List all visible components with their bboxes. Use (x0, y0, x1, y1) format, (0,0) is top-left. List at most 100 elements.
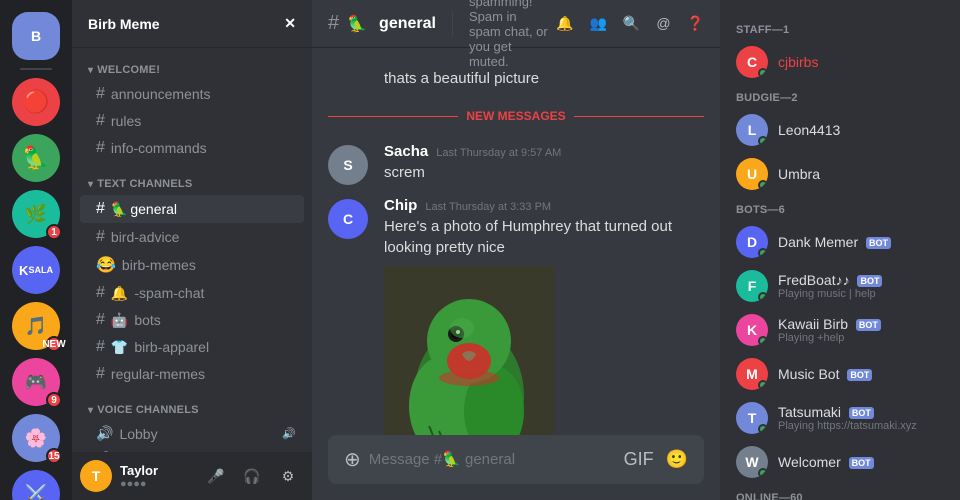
hash-icon: # (96, 85, 105, 103)
server-icon-5[interactable]: 🎵 NEW (12, 302, 60, 350)
server-icon-7[interactable]: 🌸 15 (12, 414, 60, 462)
hash-icon: # (96, 228, 105, 246)
members-icon[interactable]: 👥 (589, 15, 606, 32)
help-icon[interactable]: ❓ (687, 15, 704, 32)
chat-channel-name: general (379, 15, 436, 33)
message-group-chip: C Chip Last Thursday at 3:33 PM Here's a… (312, 193, 720, 435)
status-indicator (758, 136, 768, 146)
sacha-avatar: S (328, 145, 368, 185)
member-name-wrapper: cjbirbs (778, 54, 818, 70)
server-icon-3[interactable]: 🌿 1 (12, 190, 60, 238)
avatar-initial: C (328, 199, 368, 239)
sacha-message-content: Sacha Last Thursday at 9:57 AM screm (384, 143, 704, 185)
input-right-buttons: GIF 🙂 (624, 449, 688, 470)
message-timestamp: Last Thursday at 9:57 AM (436, 147, 561, 159)
section-header-voice[interactable]: ▾ VOICE CHANNELS (72, 388, 312, 420)
hash-icon: # (96, 200, 105, 218)
volume-icon: 🔊 (282, 427, 296, 440)
channel-name: -spam-chat (134, 285, 296, 301)
status-indicator (758, 380, 768, 390)
channel-name: announcements (111, 86, 296, 102)
channel-item-bird-advice[interactable]: # bird-advice (80, 224, 304, 250)
chevron-down-icon: ✕ (284, 15, 296, 32)
member-name: Dank Memer (778, 234, 858, 250)
channel-item-lobby2[interactable]: 🔊 Lobby 2 🔉 (80, 447, 304, 452)
gif-button[interactable]: GIF (624, 449, 654, 470)
channel-item-rules[interactable]: # rules (80, 108, 304, 134)
member-avatar: W (736, 446, 768, 478)
server-name: Birb Meme (88, 16, 160, 32)
channel-name: info-commands (111, 140, 296, 156)
member-info: Kawaii Birb BOT Playing +help (778, 316, 881, 344)
username: Taylor (120, 463, 192, 478)
channel-hash-icon: # (328, 12, 339, 35)
member-avatar: M (736, 358, 768, 390)
message-text: Here's a photo of Humphrey that turned o… (384, 216, 704, 258)
mute-button[interactable]: 🎤 (200, 460, 232, 492)
status-indicator (758, 292, 768, 302)
member-item-kawaii-birb[interactable]: K Kawaii Birb BOT Playing +help (728, 308, 952, 352)
attach-button[interactable]: ⊕ (344, 435, 361, 484)
channel-name: Lobby (119, 426, 280, 442)
server-icon-6[interactable]: 🎮 9 (12, 358, 60, 406)
channel-name: bots (134, 312, 296, 328)
speaker-icon: 🔊 (96, 451, 113, 452)
active-server-icon[interactable]: B (12, 12, 60, 60)
channel-list: ▾ WELCOME! # announcements # rules # inf… (72, 48, 312, 452)
channel-name: rules (111, 113, 296, 129)
member-avatar: U (736, 158, 768, 190)
channel-item-lobby[interactable]: 🔊 Lobby 🔊 (80, 421, 304, 446)
messages-container: thats a beautiful picture NEW MESSAGES S… (312, 48, 720, 435)
member-subtext: Playing +help (778, 332, 881, 344)
channel-item-info-commands[interactable]: # info-commands (80, 135, 304, 161)
channel-item-bots[interactable]: # 🤖 bots (80, 307, 304, 333)
member-item-leon[interactable]: L Leon4413 (728, 108, 952, 152)
section-header-text[interactable]: ▾ TEXT CHANNELS (72, 162, 312, 194)
search-icon[interactable]: 🔍 (623, 15, 640, 32)
parrot-svg (384, 266, 554, 435)
header-divider (452, 12, 453, 36)
channel-item-regular-memes[interactable]: # regular-memes (80, 361, 304, 387)
at-mention-icon[interactable]: @ (656, 15, 670, 32)
notifications-bell-icon[interactable]: 🔔 (556, 15, 573, 32)
message-author: Chip (384, 197, 417, 214)
parrot-image (384, 266, 684, 435)
bot-tag: BOT (849, 407, 874, 419)
deafen-button[interactable]: 🎧 (236, 460, 268, 492)
bot-tag: BOT (856, 319, 881, 331)
member-info: FredBoat♪♪ BOT Playing music | ⁠help (778, 272, 882, 300)
hash-icon: # (96, 284, 105, 302)
channel-item-birb-apparel[interactable]: # 👕 birb-apparel (80, 334, 304, 360)
hash-icon: # (96, 139, 105, 157)
member-item-umbra[interactable]: U Umbra (728, 152, 952, 196)
member-item-tatsumaki[interactable]: T Tatsumaki BOT Playing https://tatsumak… (728, 396, 952, 440)
server-header[interactable]: Birb Meme ✕ (72, 0, 312, 48)
channel-item-birb-memes[interactable]: 😂 birb-memes (80, 251, 304, 279)
channel-item-general[interactable]: # 🦜 general 👤+ (80, 195, 304, 223)
channel-item-spam-chat[interactable]: # 🔔 -spam-chat (80, 280, 304, 306)
member-item-welcomer[interactable]: W Welcomer BOT (728, 440, 952, 484)
settings-button[interactable]: ⚙ (272, 460, 304, 492)
new-messages-label: NEW MESSAGES (458, 109, 573, 123)
members-sidebar: STAFF—1 C cjbirbs BUDGIE—2 L Leon4413 U … (720, 0, 960, 500)
emoji-button[interactable]: 🙂 (666, 449, 688, 470)
member-item-dank-memer[interactable]: D Dank Memer BOT (728, 220, 952, 264)
server-icon-reddit[interactable]: 🔴 (12, 78, 60, 126)
channel-name: birb-memes (122, 257, 296, 273)
server-icon-2[interactable]: 🦜 (12, 134, 60, 182)
server-icon-8[interactable]: ⚔️ 6 (12, 470, 60, 500)
server-icon-4[interactable]: KSALA (12, 246, 60, 294)
channel-item-announcements[interactable]: # announcements (80, 81, 304, 107)
member-name: Welcomer (778, 454, 841, 470)
user-discriminator: ●●●● (120, 478, 192, 490)
member-item-cjbirbs[interactable]: C cjbirbs (728, 40, 952, 84)
member-item-fredboat[interactable]: F FredBoat♪♪ BOT Playing music | ⁠help (728, 264, 952, 308)
message-author: Sacha (384, 143, 428, 160)
member-item-music-bot[interactable]: M Music Bot BOT (728, 352, 952, 396)
message-input[interactable] (369, 439, 616, 480)
chat-input-area: ⊕ GIF 🙂 (312, 435, 720, 500)
status-indicator (758, 336, 768, 346)
member-avatar: C (736, 46, 768, 78)
section-header-welcome[interactable]: ▾ WELCOME! (72, 48, 312, 80)
shirt-emoji: 👕 (111, 339, 128, 356)
